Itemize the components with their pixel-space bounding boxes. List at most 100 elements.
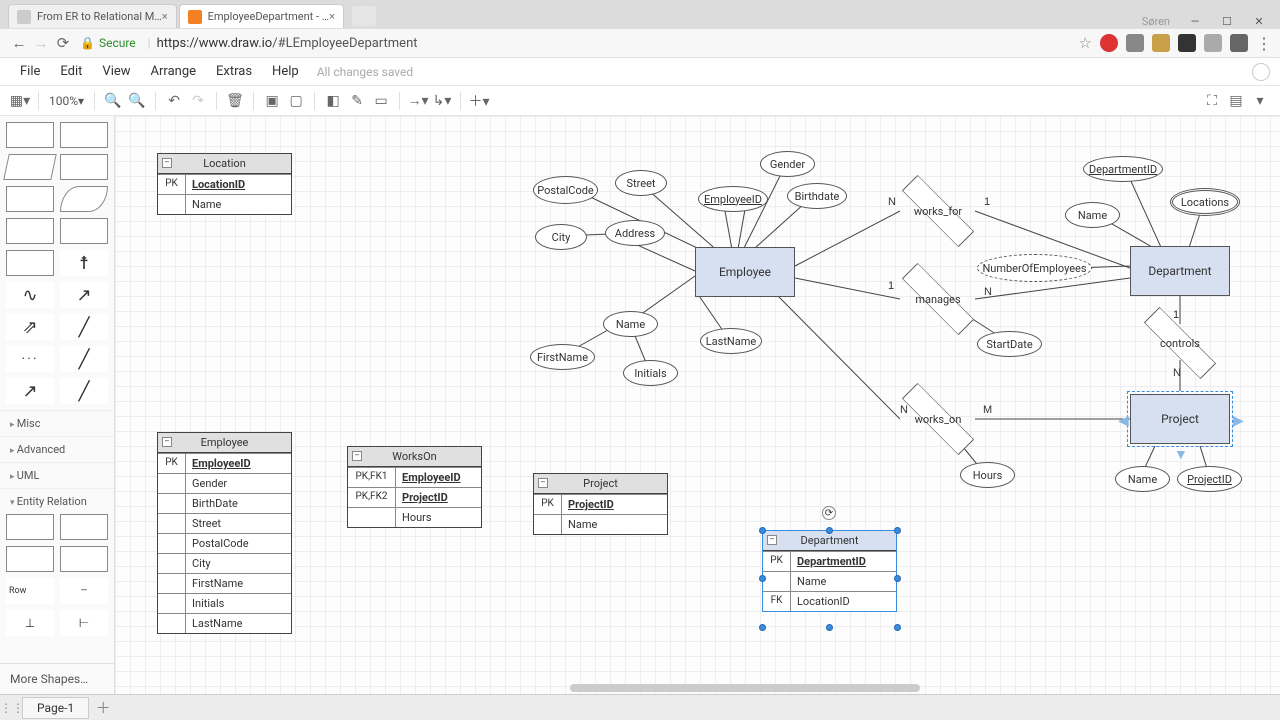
fill-color-icon[interactable]: ◧ — [321, 89, 345, 113]
attr-initials[interactable]: Initials — [623, 360, 678, 386]
attr-address[interactable]: Address — [605, 220, 665, 246]
extension-icon[interactable] — [1126, 34, 1144, 52]
shape-line[interactable]: ╱ — [60, 378, 108, 404]
attr-lastname[interactable]: LastName — [700, 328, 762, 354]
shape-callout[interactable] — [6, 250, 54, 276]
attr-employeeid[interactable]: EmployeeID — [698, 186, 768, 212]
delete-icon[interactable]: 🗑 — [223, 89, 247, 113]
entity-department[interactable]: Department — [1130, 246, 1230, 296]
selection-handle[interactable] — [894, 527, 901, 534]
shadow-icon[interactable]: ▭ — [369, 89, 393, 113]
attr-dept-name[interactable]: Name — [1065, 202, 1120, 228]
table-workson[interactable]: –WorksOn PK,FK1EmployeeID PK,FK2ProjectI… — [347, 446, 482, 528]
table-project[interactable]: –Project PKProjectID Name — [533, 473, 668, 535]
attr-hours[interactable]: Hours — [960, 462, 1015, 488]
maximize-icon[interactable]: ☐ — [1220, 15, 1234, 28]
shape-dotted[interactable]: ··· — [6, 346, 54, 372]
attr-gender[interactable]: Gender — [760, 151, 815, 177]
shape-file[interactable] — [6, 218, 54, 244]
attr-startdate[interactable]: StartDate — [977, 331, 1042, 357]
menu-arrange[interactable]: Arrange — [141, 60, 206, 83]
relation-works-on[interactable]: works_on — [898, 399, 978, 439]
attr-postalcode[interactable]: PostalCode — [533, 176, 598, 204]
horizontal-scrollbar[interactable] — [570, 684, 920, 692]
entity-employee[interactable]: Employee — [695, 247, 795, 297]
shape-parallelogram[interactable] — [3, 154, 57, 180]
shape-actor[interactable]: ☨ — [60, 250, 108, 276]
browser-menu-icon[interactable]: ⋮ — [1256, 34, 1272, 53]
to-front-icon[interactable]: ▣ — [260, 89, 284, 113]
selection-handle[interactable] — [759, 624, 766, 631]
page-tab[interactable]: Page-1 — [22, 697, 89, 719]
menu-view[interactable]: View — [92, 60, 140, 83]
forward-button[interactable]: → — [30, 34, 52, 52]
reload-button[interactable]: ⟳ — [52, 34, 74, 52]
entity-project-selected[interactable]: Project — [1130, 394, 1230, 444]
relation-works-for[interactable]: works_for — [898, 191, 978, 231]
table-location[interactable]: –Location PKLocationID Name — [157, 153, 292, 215]
shape-hexagon[interactable] — [60, 154, 108, 180]
sidebar-section-er[interactable]: Entity Relation — [0, 488, 114, 514]
attr-locations[interactable]: Locations — [1170, 188, 1240, 216]
shape-arrow[interactable]: ⇗ — [6, 314, 54, 340]
insert-icon[interactable]: ＋▾ — [467, 89, 491, 113]
relation-manages[interactable]: manages — [898, 279, 978, 319]
back-button[interactable]: ← — [8, 34, 30, 52]
extension-icon[interactable] — [1204, 34, 1222, 52]
browser-tab[interactable]: From ER to Relational M… × — [8, 4, 177, 28]
collapse-panel-icon[interactable]: ▾ — [1248, 89, 1272, 113]
selection-handle[interactable] — [894, 624, 901, 631]
more-shapes-button[interactable]: More Shapes… — [0, 663, 114, 694]
selection-handle[interactable] — [894, 575, 901, 582]
shape-rect[interactable] — [6, 122, 54, 148]
minimize-icon[interactable]: — — [1188, 15, 1202, 28]
add-page-button[interactable]: ＋ — [89, 697, 117, 718]
to-back-icon[interactable]: ▢ — [284, 89, 308, 113]
zoom-level[interactable]: 100% ▾ — [45, 94, 88, 108]
rotate-handle[interactable]: ⟳ — [822, 506, 836, 520]
shape-er-row[interactable]: Row — [6, 578, 54, 604]
menu-help[interactable]: Help — [262, 60, 309, 83]
selection-handle[interactable] — [759, 527, 766, 534]
canvas[interactable]: Employee Department Project works_for ma… — [115, 116, 1280, 694]
drag-handle-icon[interactable]: ⋮⋮ — [0, 701, 18, 715]
shape-arrow[interactable]: ↗ — [6, 378, 54, 404]
waypoint-icon[interactable]: ↳▾ — [430, 89, 454, 113]
sidebar-section-misc[interactable]: Misc — [0, 410, 114, 436]
shape-er-table[interactable] — [60, 514, 108, 540]
extension-icon[interactable] — [1178, 34, 1196, 52]
format-panel-icon[interactable]: ▤ — [1224, 89, 1248, 113]
bookmark-star-icon[interactable]: ☆ — [1079, 34, 1092, 52]
table-employee[interactable]: –Employee PKEmployeeID Gender BirthDate … — [157, 432, 292, 634]
menu-file[interactable]: File — [10, 60, 50, 83]
shape-trapezoid[interactable] — [6, 186, 54, 212]
view-options-icon[interactable]: ▦▾ — [8, 89, 32, 113]
attr-number-of-employees[interactable]: NumberOfEmployees — [977, 254, 1092, 282]
attr-departmentid[interactable]: DepartmentID — [1083, 156, 1163, 182]
shape-er-row[interactable]: — — [60, 578, 108, 604]
clone-arrow-down-icon[interactable]: ▼ — [1174, 446, 1188, 463]
shape-curve[interactable]: ∿ — [6, 282, 54, 308]
shape-er-list[interactable] — [60, 546, 108, 572]
clone-arrow-left-icon[interactable]: ◀ — [1118, 413, 1129, 429]
fullscreen-icon[interactable]: ⛶ — [1200, 89, 1224, 113]
url-text[interactable]: https://www.draw.io/#LEmployeeDepartment — [157, 36, 1079, 51]
extension-icon[interactable] — [1152, 34, 1170, 52]
redo-icon[interactable]: ↷ — [186, 89, 210, 113]
browser-profile[interactable]: Søren — [1142, 15, 1170, 28]
menu-edit[interactable]: Edit — [50, 60, 92, 83]
shape-card[interactable] — [60, 218, 108, 244]
collapse-icon[interactable]: – — [352, 451, 362, 461]
shape-er-line[interactable]: ⊢ — [60, 610, 108, 636]
attr-name[interactable]: Name — [603, 311, 658, 337]
connection-icon[interactable]: →▾ — [406, 89, 430, 113]
attr-projectid[interactable]: ProjectID — [1177, 466, 1242, 492]
sidebar-section-uml[interactable]: UML — [0, 462, 114, 488]
attr-birthdate[interactable]: Birthdate — [787, 183, 847, 209]
selection-handle[interactable] — [826, 527, 833, 534]
sidebar-section-advanced[interactable]: Advanced — [0, 436, 114, 462]
selection-handle[interactable] — [759, 575, 766, 582]
close-icon[interactable]: ✕ — [1252, 15, 1266, 28]
attr-firstname[interactable]: FirstName — [530, 344, 595, 370]
globe-icon[interactable] — [1252, 63, 1270, 81]
